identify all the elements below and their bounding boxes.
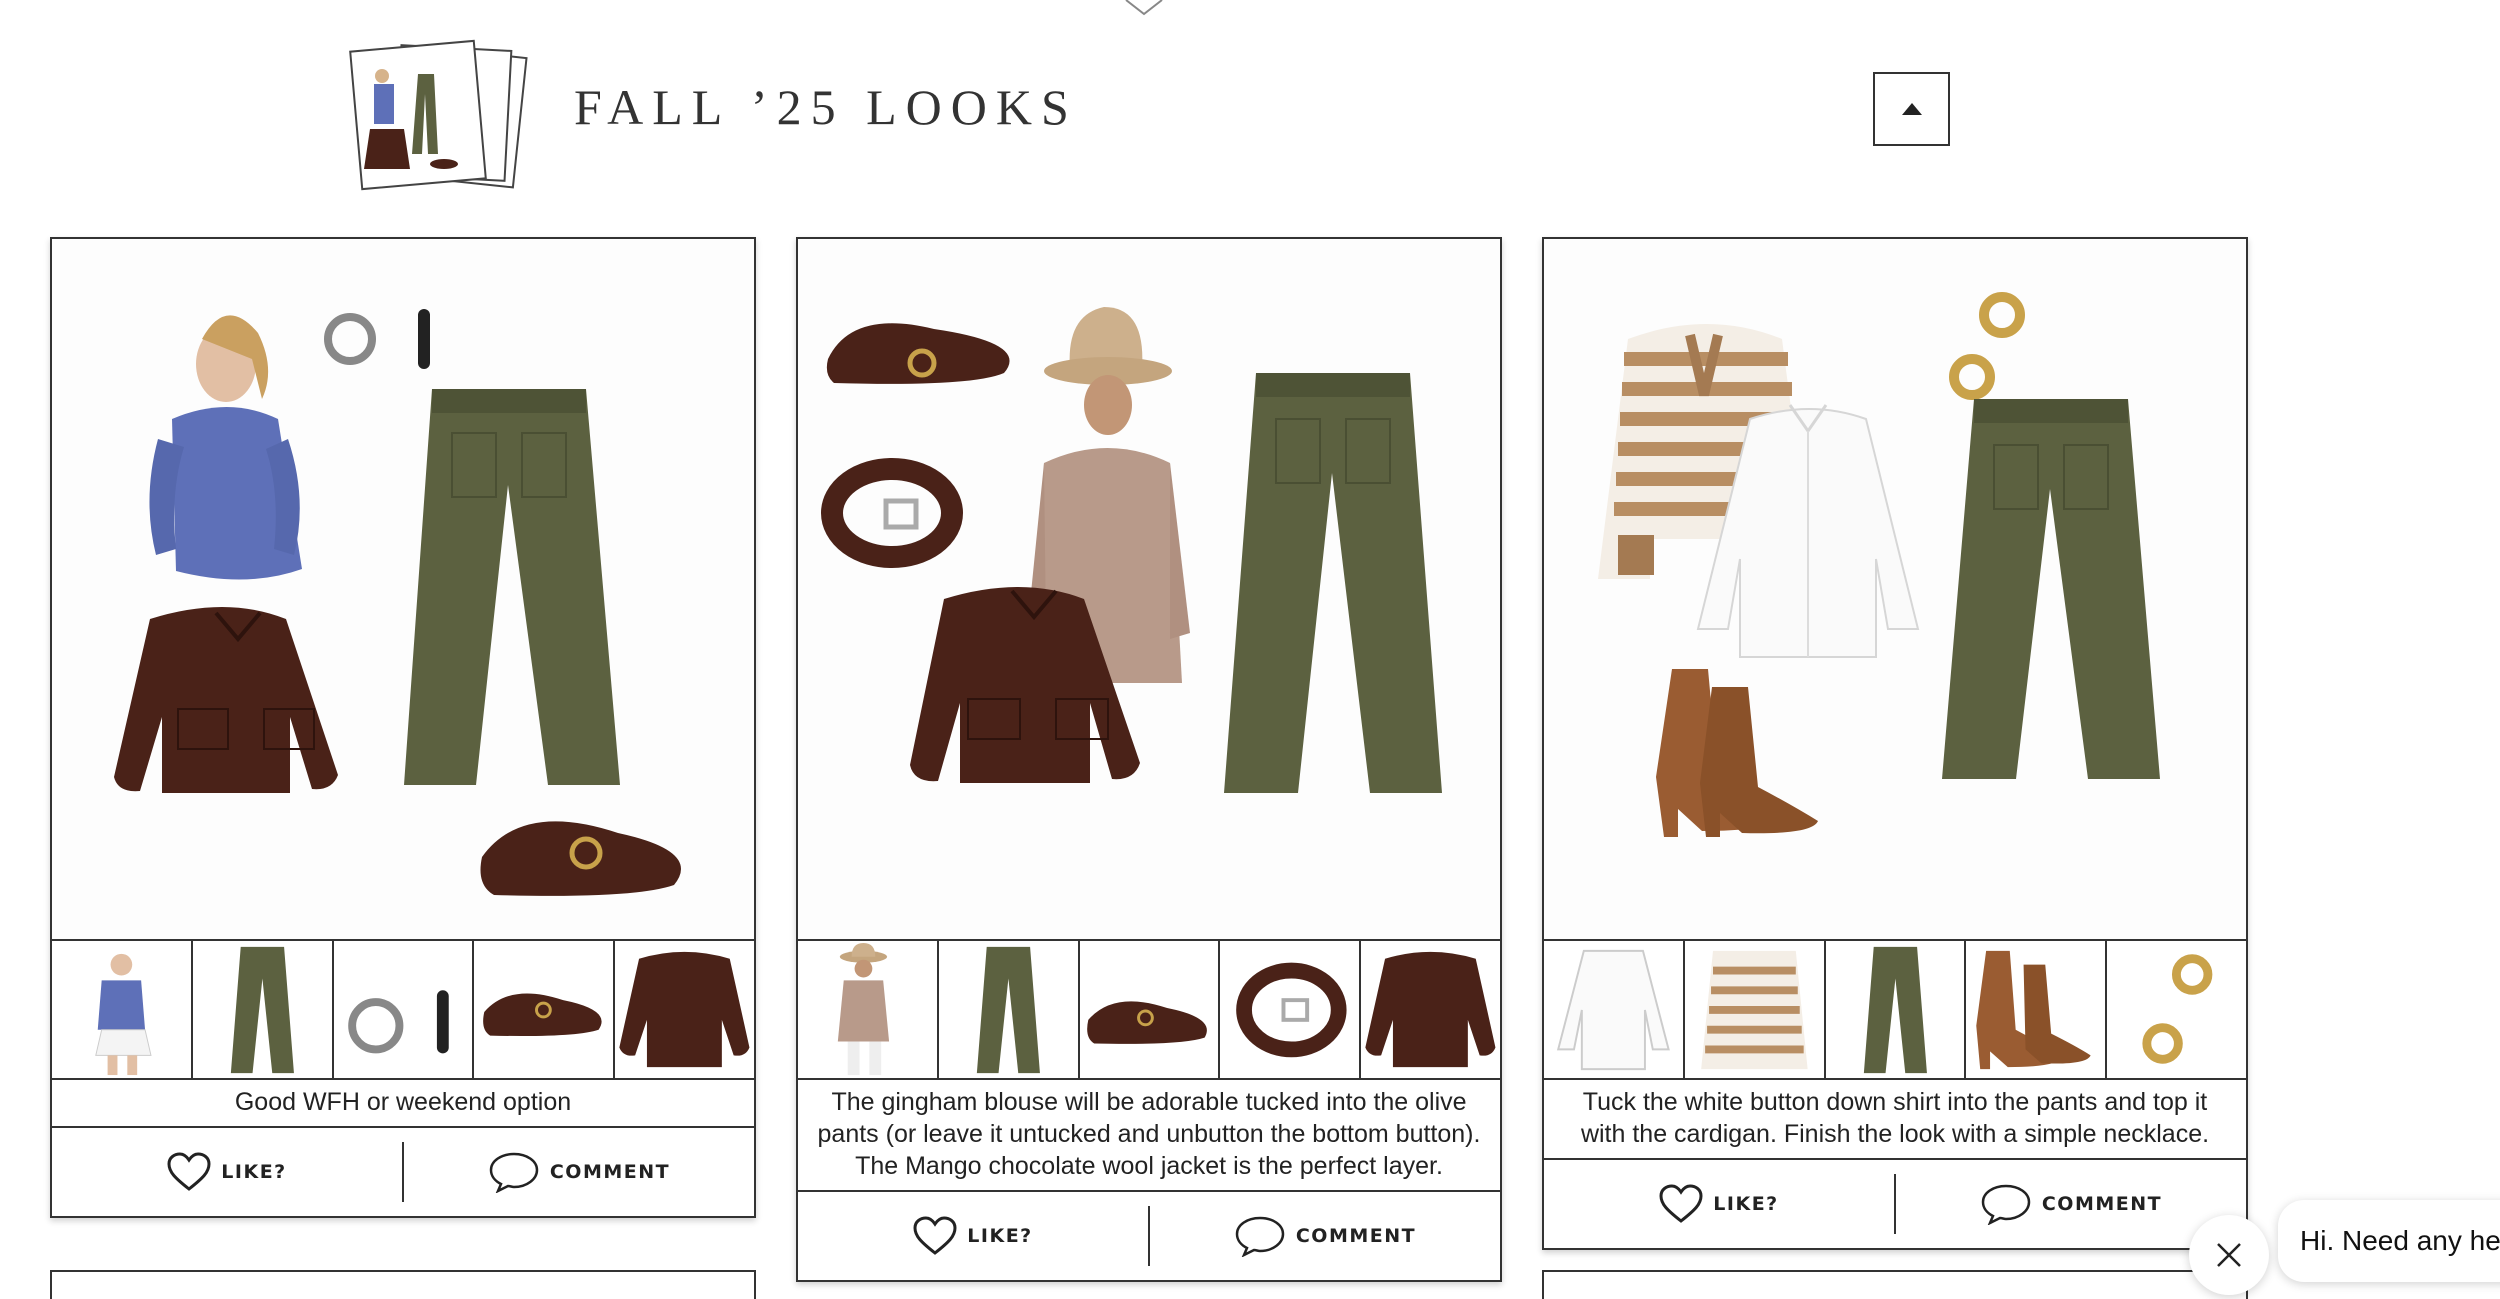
chat-close-button[interactable] — [2189, 1215, 2269, 1295]
like-button[interactable]: LIKE? — [798, 1192, 1148, 1280]
like-label: LIKE? — [967, 1225, 1033, 1247]
look-caption: Tuck the white button down shirt into th… — [1544, 1080, 2246, 1160]
look-card: Good WFH or weekend option LIKE? COMMENT — [50, 237, 756, 1218]
product-thumbnail[interactable] — [1361, 941, 1500, 1078]
look-actions: LIKE? COMMENT — [798, 1192, 1500, 1280]
product-thumbnail[interactable] — [193, 941, 334, 1078]
product-thumbnail[interactable] — [1079, 941, 1221, 1078]
product-thumbnails — [1544, 941, 2246, 1080]
look-card: The gingham blouse will be adorable tuck… — [796, 237, 1502, 1282]
product-thumbnail[interactable] — [1966, 941, 2108, 1078]
collapse-button[interactable] — [1873, 72, 1950, 146]
product-thumbnail[interactable] — [474, 941, 616, 1078]
caret-up-icon — [1901, 103, 1922, 115]
outfit-collage[interactable] — [798, 239, 1500, 941]
like-label: LIKE? — [221, 1161, 287, 1183]
speech-bubble-icon — [489, 1152, 539, 1193]
product-thumbnail[interactable] — [1825, 941, 1967, 1078]
product-thumbnail[interactable] — [2107, 941, 2246, 1078]
look-actions: LIKE? COMMENT — [52, 1128, 754, 1216]
outfit-collage[interactable] — [1544, 239, 2246, 941]
product-thumbnail[interactable] — [615, 941, 754, 1078]
speech-bubble-icon — [1235, 1216, 1285, 1257]
look-card-next[interactable] — [50, 1270, 756, 1299]
comment-label: COMMENT — [1295, 1225, 1417, 1247]
like-button[interactable]: LIKE? — [52, 1128, 402, 1216]
product-thumbnail[interactable] — [1544, 941, 1685, 1078]
product-thumbnail[interactable] — [939, 941, 1080, 1078]
look-card: Tuck the white button down shirt into th… — [1542, 237, 2248, 1250]
comment-button[interactable]: COMMENT — [404, 1128, 754, 1216]
speech-bubble-icon — [1981, 1184, 2031, 1225]
product-thumbnail[interactable] — [333, 941, 475, 1078]
comment-button[interactable]: COMMENT — [1150, 1192, 1500, 1280]
comment-label: COMMENT — [549, 1161, 671, 1183]
product-thumbnails — [798, 941, 1500, 1080]
heart-icon — [1659, 1184, 1703, 1223]
header: FALL ’25 LOOKS — [0, 0, 2500, 230]
comment-label: COMMENT — [2041, 1193, 2163, 1215]
look-actions: LIKE? COMMENT — [1544, 1160, 2246, 1248]
heart-icon — [167, 1152, 211, 1191]
outfit-collage[interactable] — [52, 239, 754, 941]
look-caption: Good WFH or weekend option — [52, 1080, 754, 1128]
product-thumbnail[interactable] — [52, 941, 193, 1078]
product-thumbnail[interactable] — [1220, 941, 1362, 1078]
look-card-next[interactable] — [1542, 1270, 2248, 1299]
product-thumbnail[interactable] — [798, 941, 939, 1078]
close-icon — [2217, 1243, 2241, 1267]
like-label: LIKE? — [1713, 1193, 1779, 1215]
look-caption: The gingham blouse will be adorable tuck… — [798, 1080, 1500, 1192]
like-button[interactable]: LIKE? — [1544, 1160, 1894, 1248]
page: FALL ’25 LOOKS Good WFH or weekend optio… — [0, 0, 2500, 1299]
chat-message[interactable]: Hi. Need any he — [2278, 1200, 2500, 1282]
product-thumbnails — [52, 941, 754, 1080]
heart-icon — [913, 1216, 957, 1255]
page-title: FALL ’25 LOOKS — [574, 79, 1078, 135]
looks-collage-icon — [349, 39, 528, 191]
product-thumbnail[interactable] — [1685, 941, 1826, 1078]
